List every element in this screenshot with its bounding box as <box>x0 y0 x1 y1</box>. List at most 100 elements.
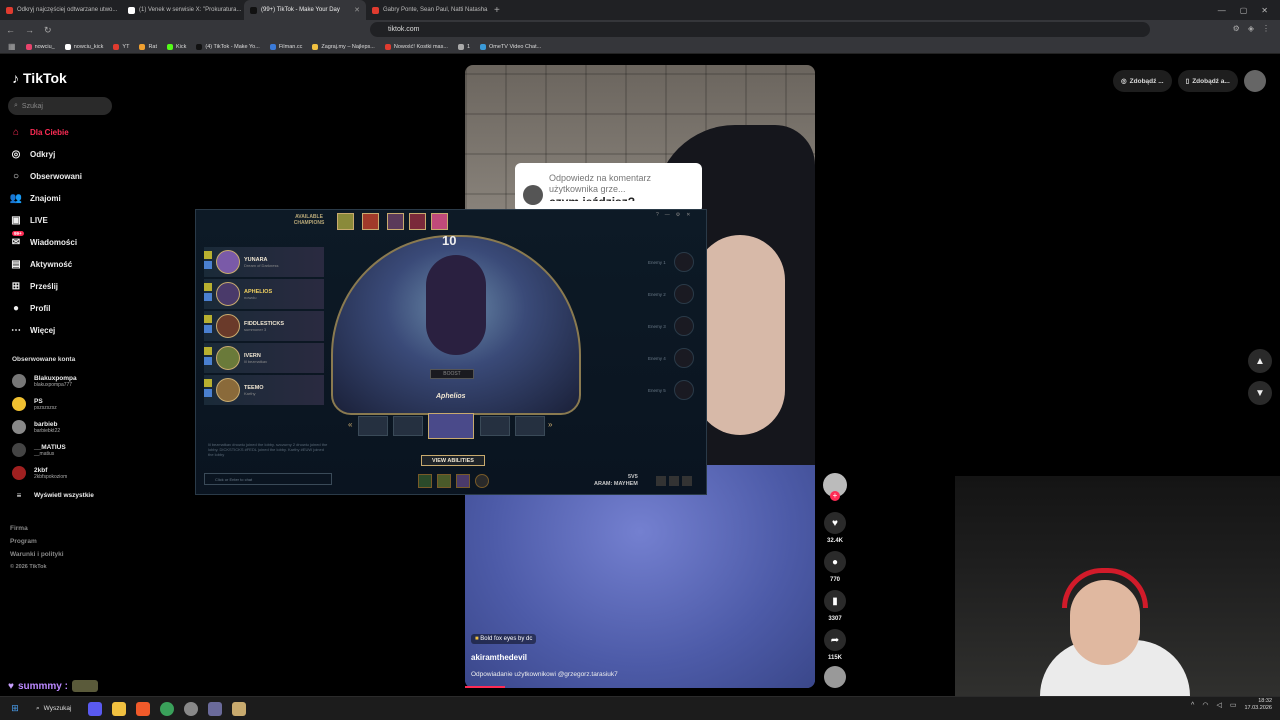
discord-icon[interactable] <box>88 701 102 716</box>
tab-close-icon[interactable]: ✕ <box>354 6 360 14</box>
browser-tab[interactable]: (99+) TikTok - Make Your Day ✕ <box>244 0 366 20</box>
skin-option[interactable] <box>358 416 388 436</box>
sidebar-item-live[interactable]: ▣ LIVE <box>10 212 130 228</box>
back-icon[interactable]: ← <box>6 25 15 35</box>
close-icon[interactable]: ✕ <box>686 212 690 218</box>
followed-account[interactable]: PS pszszszsz <box>12 397 122 411</box>
bookmark-item[interactable]: Nowość! Kostki mas... <box>384 43 448 50</box>
bookmark-item[interactable]: 1 <box>457 43 470 50</box>
sidebar-item-profile[interactable]: ● Profil <box>10 300 130 316</box>
sidebar-item-activity[interactable]: ▤ Aktywność <box>10 256 130 272</box>
show-all-button[interactable]: ≡ Wyświetl wszystkie <box>12 491 122 500</box>
sidebar-item-home[interactable]: ⌂ Dla Ciebie <box>10 124 130 140</box>
sidebar-item-more[interactable]: ⋯ Więcej <box>10 322 130 338</box>
bookmark-item[interactable]: Kick <box>167 43 186 50</box>
help-icon[interactable]: ? <box>656 212 659 218</box>
reroll-icon[interactable] <box>682 476 692 486</box>
followed-account[interactable]: barbieb barbiebkt22 <box>12 420 122 434</box>
music-disc-icon[interactable] <box>824 666 846 688</box>
taskbar-search[interactable]: ⌕ Wyszukaj <box>32 702 78 716</box>
friends-icon[interactable] <box>669 476 679 486</box>
get-app-button[interactable]: ▯ Zdobądź a... <box>1177 70 1238 92</box>
video-author[interactable]: akiramthedevil <box>471 653 527 662</box>
extension-icon[interactable]: ⚙ <box>1233 24 1240 33</box>
browser-tab[interactable]: (1) Venek w serwisie X: "Prokuratura...✕ <box>122 0 244 20</box>
bookmark-item[interactable]: YT <box>113 43 129 50</box>
bench-champion[interactable] <box>362 213 379 230</box>
taskbar-clock[interactable]: 18:32 17.03.2026 <box>1244 698 1272 712</box>
spell-icon[interactable] <box>456 474 470 488</box>
browser-tab[interactable]: Gabry Ponte, Sean Paul, Natti Natasha...… <box>366 0 488 20</box>
browser-tab[interactable]: Odkryj najczęściej odtwarzane utwo...✕ <box>0 0 122 20</box>
footer-link[interactable]: Program <box>10 538 37 545</box>
comment-button[interactable]: ● 770 <box>823 551 847 583</box>
folder-icon[interactable] <box>112 701 126 716</box>
forward-icon[interactable]: → <box>25 25 34 35</box>
get-coins-button[interactable]: ◎ Zdobądź ... <box>1113 70 1172 92</box>
sidebar-item-following[interactable]: ○ Obserwowani <box>10 168 130 184</box>
bookmark-item[interactable]: Filman.cc <box>269 43 302 50</box>
minimize-icon[interactable]: — <box>1218 6 1226 15</box>
chrome-icon[interactable] <box>160 701 174 716</box>
league-icon[interactable] <box>232 701 246 716</box>
brave-icon[interactable] <box>136 701 150 716</box>
effect-tag[interactable]: ■ Bold fox eyes by dc <box>471 634 537 644</box>
menu-icon[interactable]: ⋮ <box>1262 24 1270 33</box>
emote-icon[interactable] <box>475 474 489 488</box>
skin-next-icon[interactable]: » <box>548 420 552 429</box>
skin-prev-icon[interactable]: « <box>348 420 352 429</box>
like-button[interactable]: ♥ 32.4K <box>823 512 847 544</box>
followed-account[interactable]: __MATIUS __matius <box>12 443 122 457</box>
boost-button[interactable]: BOOST <box>430 369 474 379</box>
previous-video-button[interactable]: ▲ <box>1248 349 1272 373</box>
footer-link[interactable]: Warunki i polityki <box>10 551 64 558</box>
apps-grid-icon[interactable]: ▦ <box>8 42 16 51</box>
lobby-chat-input[interactable]: Click or Enter to chat <box>204 473 332 485</box>
close-icon[interactable]: ✕ <box>1261 6 1268 15</box>
rune-icon[interactable] <box>418 474 432 488</box>
bookmark-item[interactable]: OmeTV Video Chat... <box>480 43 541 50</box>
save-button[interactable]: ▮ 3307 <box>823 590 847 622</box>
view-abilities-button[interactable]: VIEW ABILITIES <box>421 455 485 466</box>
new-tab-button[interactable]: + <box>488 5 506 16</box>
bench-champion[interactable] <box>387 213 404 230</box>
sidebar-item-upload[interactable]: ⊞ Prześlij <box>10 278 130 294</box>
bench-champion[interactable] <box>337 213 354 230</box>
battery-icon[interactable]: ▭ <box>1230 701 1237 709</box>
followed-account[interactable]: Blakuxpompa blakuxpompa777 <box>12 374 122 388</box>
skin-option[interactable] <box>515 416 545 436</box>
start-icon[interactable]: ⊞ <box>8 702 22 716</box>
sidebar-item-messages[interactable]: ✉ 99+ Wiadomości <box>10 231 130 250</box>
settings-icon[interactable]: ⚙ <box>676 212 680 218</box>
skin-option-selected[interactable] <box>428 413 474 439</box>
bench-champion[interactable] <box>431 213 448 230</box>
share-button[interactable]: ➦ 115K <box>823 629 847 661</box>
video-progress[interactable] <box>465 686 505 688</box>
maximize-icon[interactable]: ▢ <box>1240 6 1248 15</box>
footer-link[interactable]: Firma <box>10 525 28 532</box>
bookmark-item[interactable]: nowciu_kick <box>64 43 103 50</box>
bookmark-item[interactable]: Rat <box>139 43 157 50</box>
followed-account[interactable]: 2kbf 2kbfspokoziom <box>12 466 122 480</box>
tray-expand-icon[interactable]: ^ <box>1191 702 1194 709</box>
app-icon[interactable] <box>208 701 222 716</box>
steam-icon[interactable] <box>184 701 198 716</box>
skin-option[interactable] <box>393 416 423 436</box>
chat-icon[interactable] <box>656 476 666 486</box>
sidebar-item-friends[interactable]: 👥 Znajomi <box>10 190 130 206</box>
follow-plus-icon[interactable]: + <box>830 491 840 501</box>
volume-icon[interactable]: ◁ <box>1216 701 1221 709</box>
tiktok-logo[interactable]: ♪ TikTok <box>12 70 67 86</box>
minimize-icon[interactable]: — <box>665 212 670 218</box>
spell-icon[interactable] <box>437 474 451 488</box>
sidebar-item-compass[interactable]: ◎ Odkryj <box>10 146 130 162</box>
bookmark-item[interactable]: nowciu_ <box>25 43 55 50</box>
bench-champion[interactable] <box>409 213 426 230</box>
next-video-button[interactable]: ▼ <box>1248 381 1272 405</box>
user-avatar[interactable] <box>1243 70 1266 92</box>
bookmark-item[interactable]: Zagraj.my – Najleps... <box>312 43 375 50</box>
wifi-icon[interactable]: ◠ <box>1202 701 1208 709</box>
skin-option[interactable] <box>480 416 510 436</box>
extension-icon[interactable]: ◈ <box>1248 24 1254 33</box>
url-field[interactable]: tiktok.com <box>370 22 1150 37</box>
